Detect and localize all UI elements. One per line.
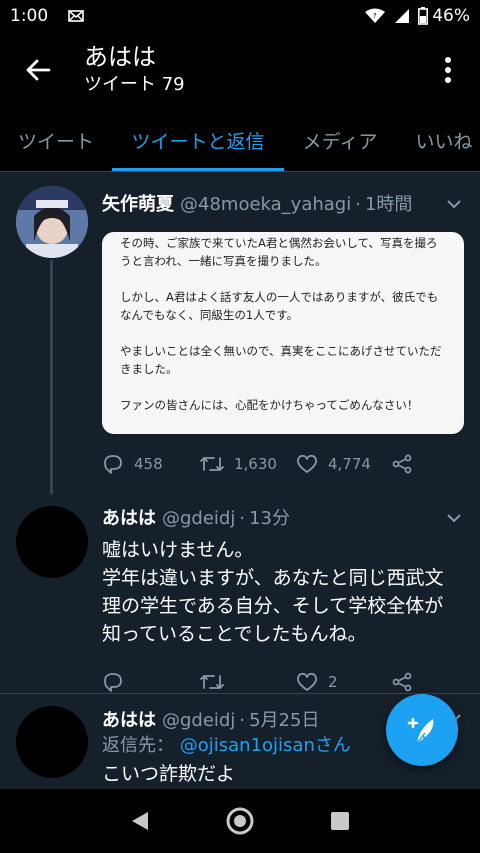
retweet-count: 1,630 [234, 455, 277, 473]
status-time: 1:00 [10, 6, 49, 26]
like-button[interactable]: 2 [296, 672, 392, 692]
circle-home-icon [226, 807, 254, 835]
heart-icon [297, 454, 317, 473]
nav-home-button[interactable] [220, 801, 260, 841]
compose-feather-icon [407, 717, 434, 744]
display-name[interactable]: あはは [102, 706, 156, 732]
reply-icon [104, 673, 122, 692]
retweet-button[interactable]: 1,630 [200, 455, 296, 473]
tweet-header: 矢作萌夏 @48moeka_yahagi · 1時間 [102, 172, 466, 216]
retweet-icon [200, 457, 224, 471]
display-name[interactable]: あはは [102, 504, 156, 530]
tweet-header: あはは @gdeidj · 13分 [102, 494, 466, 530]
share-icon [392, 672, 412, 692]
tweet-time: 1時間 [364, 194, 413, 215]
tweet-item[interactable]: あはは @gdeidj · 13分 嘘はいけません。 学年は違いますが、あなたと… [0, 494, 480, 694]
image-text-line1: その時、ご家族で来ていたA君と偶然お会いして、写真を撮ろうと言われ、一緒に写真を… [120, 236, 438, 268]
tweet-text-line: 嘘はいけません。 [102, 539, 254, 561]
tweet-actions: 458 1,630 4,774 [102, 438, 466, 490]
handle[interactable]: @gdeidj [162, 508, 235, 529]
triangle-back-icon [132, 812, 148, 830]
avatar[interactable] [16, 186, 88, 258]
wifi-icon: ? [364, 8, 386, 24]
image-text-line4: ファンの皆さんには、心配をかけちゃってごめんなさい！ [120, 398, 419, 412]
header-title-block: あはは ツイート 79 [84, 42, 430, 98]
image-text-line3: やましいことは全く無いので、真実をここにあげさせていただきました。 [120, 344, 442, 376]
tweet-text-line: 学年は違いますが、あなたと同じ西武文 [102, 567, 444, 589]
system-nav-bar [0, 789, 480, 853]
retweet-icon [200, 675, 224, 689]
reply-target-link[interactable]: @ojisan1ojisanさん [180, 735, 351, 756]
active-tab-indicator [112, 168, 284, 171]
display-name[interactable]: 矢作萌夏 [102, 190, 174, 216]
tweet-time: 5月25日 [249, 710, 320, 731]
like-count: 4,774 [328, 455, 371, 473]
avatar[interactable] [16, 506, 88, 578]
image-text-line2: しかし、A君はよく話す友人の一人ではありますが、彼氏でもなんでもなく、同級生の1… [120, 290, 439, 322]
tab-likes[interactable]: いいね [396, 108, 480, 172]
heart-icon [297, 672, 317, 691]
share-button[interactable] [392, 454, 422, 474]
back-button[interactable] [14, 46, 62, 94]
tab-media[interactable]: メディア [284, 108, 396, 172]
tab-tweets-and-replies[interactable]: ツイートと返信 [112, 108, 284, 172]
chevron-down-icon [447, 200, 461, 209]
like-count: 2 [328, 673, 338, 691]
retweet-button[interactable] [200, 673, 296, 691]
more-vertical-icon [445, 57, 451, 83]
share-icon [392, 454, 412, 474]
status-bar: 1:00 ? 46% [0, 0, 480, 32]
tweet-text-line: 知っていることでしたもんね。 [102, 623, 367, 645]
tweet-text-line: 理の学生である自分、そして学校全体が [102, 595, 444, 617]
tweet-text: 嘘はいけません。 学年は違いますが、あなたと同じ西武文 理の学生である自分、そし… [102, 536, 466, 648]
tweet-item[interactable]: 矢作萌夏 @48moeka_yahagi · 1時間 その時、ご家族で来ていたA… [0, 172, 480, 494]
avatar[interactable] [16, 706, 88, 778]
reply-count: 458 [134, 455, 163, 473]
tweet-image[interactable]: その時、ご家族で来ていたA君と偶然お会いして、写真を撮ろうと言われ、一緒に写真を… [102, 232, 464, 434]
reply-button[interactable] [102, 672, 200, 692]
tweet-count: ツイート 79 [84, 74, 185, 95]
reply-button[interactable]: 458 [102, 454, 200, 474]
tweet-time: 13分 [249, 508, 290, 529]
reply-icon [104, 455, 122, 474]
like-button[interactable]: 4,774 [296, 454, 392, 474]
mail-notification-icon [68, 9, 84, 23]
nav-recents-button[interactable] [320, 801, 360, 841]
battery-icon [418, 7, 429, 25]
profile-tabs: ツイート ツイートと返信 メディア いいね [0, 108, 480, 172]
more-options-button[interactable] [430, 46, 466, 94]
header-title: あはは [84, 43, 156, 71]
battery-percent: 46% [432, 6, 470, 26]
svg-text:?: ? [373, 12, 377, 20]
handle[interactable]: @gdeidj [162, 710, 235, 731]
profile-header: あはは ツイート 79 [0, 32, 480, 108]
arrow-left-icon [26, 59, 51, 81]
chevron-down-icon [447, 514, 461, 523]
thread-line [50, 260, 53, 494]
square-recents-icon [331, 812, 349, 830]
cell-signal-icon [394, 8, 410, 24]
handle[interactable]: @48moeka_yahagi [180, 194, 351, 215]
tab-tweets[interactable]: ツイート [0, 108, 112, 172]
compose-tweet-button[interactable] [386, 694, 458, 766]
reply-prefix: 返信先： [102, 735, 174, 756]
tweet-menu-caret[interactable] [444, 508, 464, 528]
share-button[interactable] [392, 672, 422, 692]
nav-back-button[interactable] [120, 801, 160, 841]
tweet-menu-caret[interactable] [444, 194, 464, 214]
